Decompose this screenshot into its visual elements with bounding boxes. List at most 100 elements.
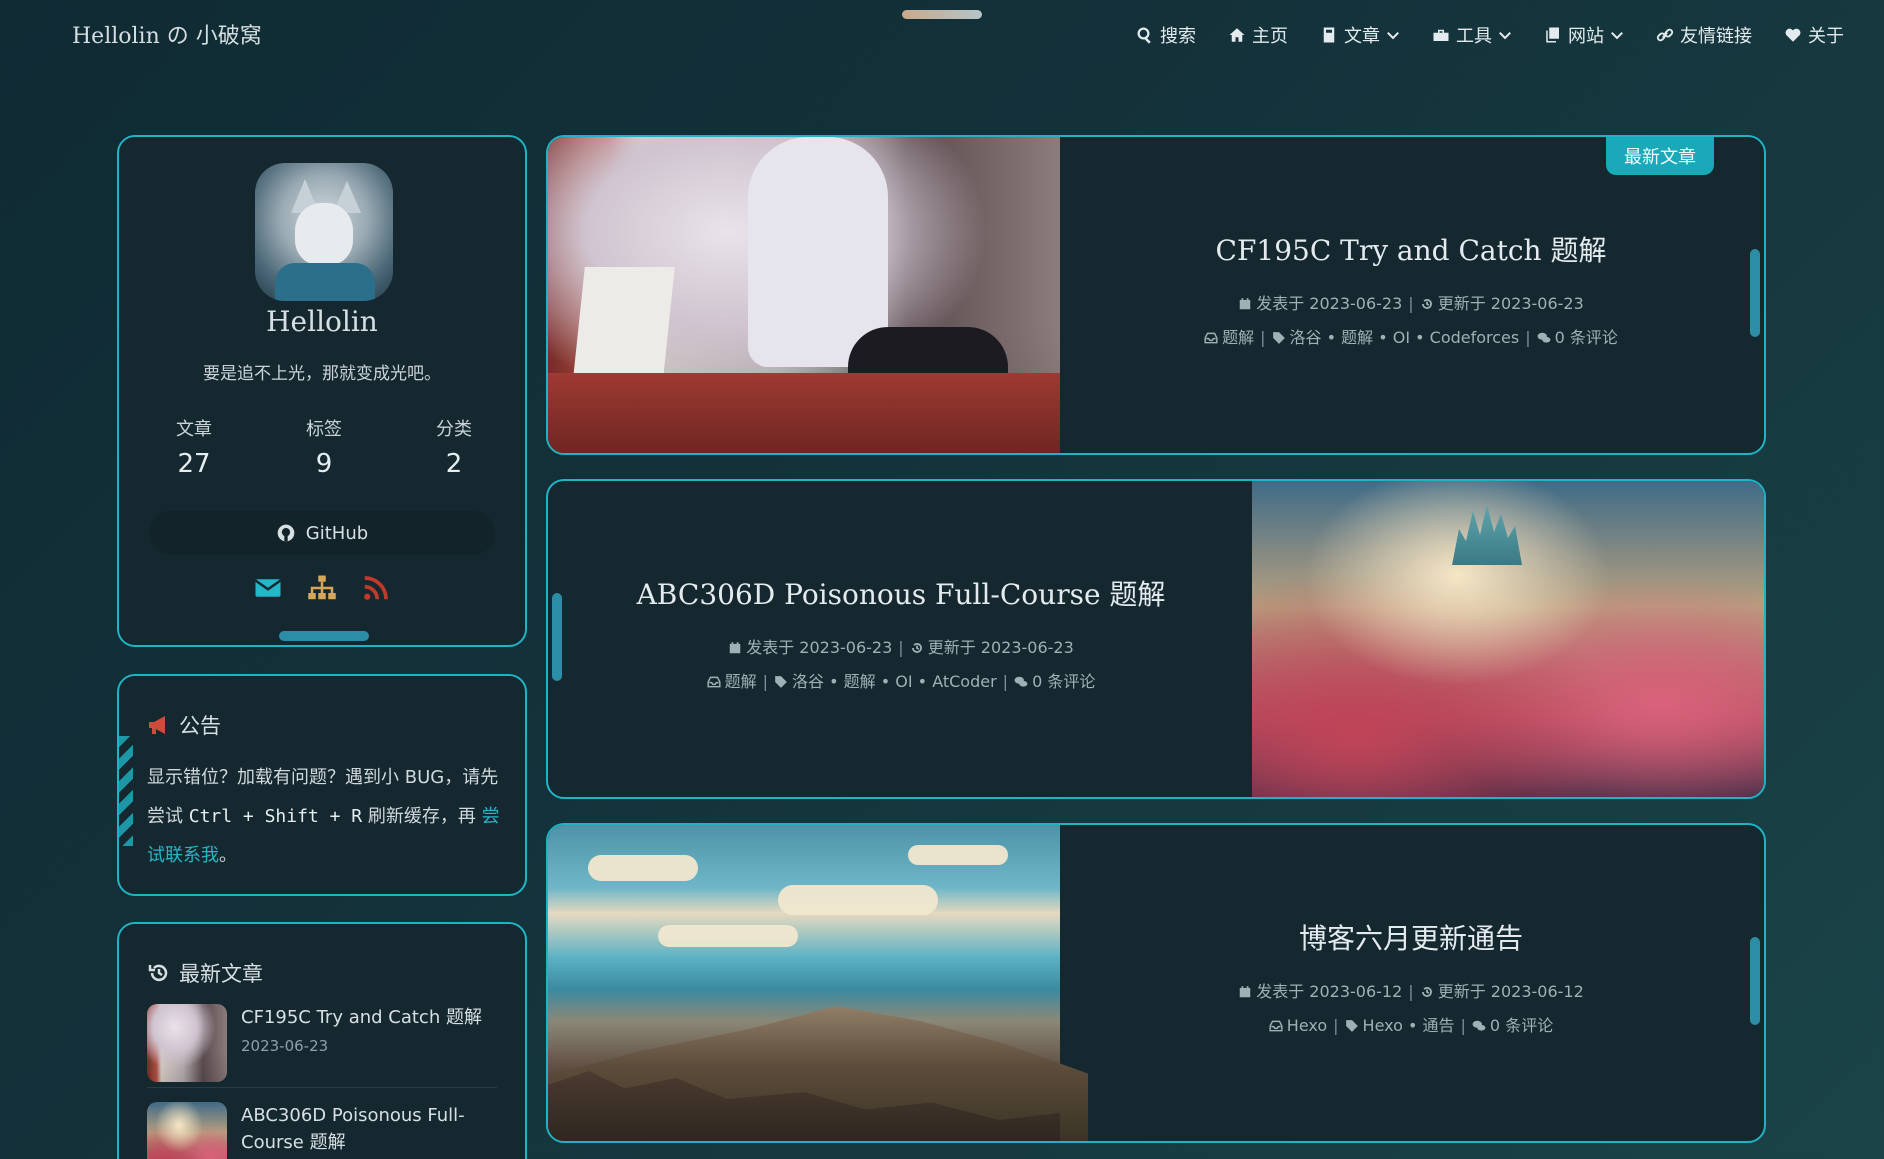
inbox-icon: [1269, 1020, 1283, 1032]
pull-handle[interactable]: [902, 10, 982, 19]
social-links: [119, 573, 525, 603]
nav-friend-links-label: 友情链接: [1680, 26, 1752, 47]
search-icon: [1137, 27, 1151, 44]
post-updated: 更新于 2023-06-23: [927, 638, 1074, 657]
calendar-icon: [729, 642, 741, 654]
post-title[interactable]: CF195C Try and Catch 题解: [1058, 229, 1764, 269]
post-thumbnail[interactable]: [147, 1004, 227, 1082]
announcement-card: 公告 显示错位？加载有问题？遇到小 BUG，请先尝试 Ctrl + Shift …: [117, 674, 527, 896]
post-info: CF195C Try and Catch 题解 发表于 2023-06-23 | 更…: [1058, 137, 1764, 453]
post-meta: 发表于 2023-06-23 | 更新于 2023-06-23 题解 | 洛谷 • 题解…: [1058, 287, 1764, 355]
latest-post-item[interactable]: CF195C Try and Catch 题解 2023-06-23: [147, 1004, 497, 1082]
post-date: 发表于 2023-06-12: [1256, 982, 1403, 1001]
post-comments-link[interactable]: 0 条评论: [1555, 328, 1618, 347]
latest-post-title[interactable]: ABC306D Poisonous Full-Course 题解: [241, 1102, 497, 1156]
copy-icon: [1546, 27, 1559, 43]
stat-categories[interactable]: 分类 2: [409, 415, 499, 479]
post-cover-image[interactable]: [548, 825, 1088, 1141]
bullhorn-icon: [149, 716, 165, 734]
tag-icon: [1272, 332, 1285, 344]
nav-tools-label: 工具: [1456, 26, 1492, 47]
history-icon: [1421, 298, 1432, 309]
divider: [147, 1087, 497, 1088]
announcement-title-text: 公告: [179, 714, 221, 738]
announcement-text: 显示错位？加载有问题？遇到小 BUG，请先尝试 Ctrl + Shift + R…: [147, 758, 507, 875]
side-indicator: [1750, 249, 1760, 337]
post-tags-link[interactable]: 洛谷 • 题解 • OI • Codeforces: [1290, 328, 1520, 347]
post-meta: 发表于 2023-06-23 | 更新于 2023-06-23 题解 | 洛谷 • 题解…: [548, 631, 1254, 699]
post-updated: 更新于 2023-06-23: [1437, 294, 1584, 313]
envelope-icon[interactable]: [253, 573, 283, 603]
nav-sites[interactable]: 网站: [1544, 22, 1624, 48]
post-date: 发表于 2023-06-23: [1256, 294, 1403, 313]
calendar-icon: [1239, 986, 1251, 998]
top-navbar: Hellolin の 小破窝 搜索 主页 文章 工具 网站 友情链接 关于: [0, 0, 1884, 70]
nav-tools[interactable]: 工具: [1432, 22, 1512, 48]
tag-icon: [775, 676, 787, 688]
github-label: GitHub: [305, 522, 369, 544]
post-category-link[interactable]: 题解: [1222, 328, 1254, 347]
history-icon: [1421, 986, 1432, 997]
post-cover-image[interactable]: [548, 137, 1060, 453]
post-title[interactable]: 博客六月更新通告: [1058, 917, 1764, 957]
latest-posts-title: 最新文章: [147, 958, 263, 988]
comments-icon: [1537, 332, 1551, 343]
stat-label: 文章: [176, 419, 212, 440]
latest-post-date: 2023-06-23: [241, 1037, 329, 1055]
nav-articles-label: 文章: [1344, 26, 1380, 47]
site-brand[interactable]: Hellolin の 小破窝: [72, 18, 262, 50]
latest-post-item[interactable]: ABC306D Poisonous Full-Course 题解: [147, 1102, 497, 1159]
rss-icon[interactable]: [361, 573, 391, 603]
book-icon: [1323, 27, 1335, 43]
post-date: 发表于 2023-06-23: [746, 638, 893, 657]
calendar-icon: [1239, 298, 1251, 310]
avatar[interactable]: [255, 163, 393, 301]
decorative-stripe: [119, 736, 133, 846]
comments-icon: [1472, 1020, 1486, 1031]
stat-value: 2: [445, 449, 463, 479]
latest-post-title[interactable]: CF195C Try and Catch 题解: [241, 1004, 482, 1031]
sitemap-icon[interactable]: [307, 573, 337, 603]
history-icon: [148, 964, 168, 982]
nav-sites-label: 网站: [1568, 26, 1604, 47]
post-title[interactable]: ABC306D Poisonous Full-Course 题解: [548, 573, 1254, 613]
nav-about-label: 关于: [1808, 26, 1844, 47]
nav-friend-links[interactable]: 友情链接: [1656, 22, 1752, 48]
post-cover-image[interactable]: [1252, 481, 1764, 797]
latest-posts-card: 最新文章 CF195C Try and Catch 题解 2023-06-23 …: [117, 922, 527, 1159]
announcement-title: 公告: [147, 710, 221, 740]
history-icon: [911, 642, 922, 653]
shortcut-code: Ctrl + Shift + R: [188, 806, 363, 827]
stat-tags[interactable]: 标签 9: [279, 415, 369, 479]
post-updated: 更新于 2023-06-12: [1437, 982, 1584, 1001]
stat-label: 分类: [436, 419, 472, 440]
nav-home[interactable]: 主页: [1228, 22, 1288, 48]
notice-text-part: 。: [219, 845, 237, 866]
post-card[interactable]: 博客六月更新通告 发表于 2023-06-12 | 更新于 2023-06-12 H…: [546, 823, 1766, 1143]
latest-badge: 最新文章: [1606, 137, 1714, 175]
side-indicator: [1750, 937, 1760, 1025]
tag-icon: [1345, 1020, 1358, 1032]
post-comments-link[interactable]: 0 条评论: [1032, 672, 1095, 691]
post-comments-link[interactable]: 0 条评论: [1490, 1016, 1553, 1035]
side-indicator: [552, 593, 562, 681]
github-icon: [277, 524, 295, 542]
nav-home-label: 主页: [1252, 26, 1288, 47]
post-info: 博客六月更新通告 发表于 2023-06-12 | 更新于 2023-06-12 H…: [1058, 825, 1764, 1141]
post-tags-link[interactable]: 洛谷 • 题解 • OI • AtCoder: [792, 672, 997, 691]
heart-icon: [1785, 28, 1801, 42]
stat-articles[interactable]: 文章 27: [149, 415, 239, 479]
post-thumbnail[interactable]: [147, 1102, 227, 1159]
github-button[interactable]: GitHub: [149, 511, 495, 555]
stat-value: 27: [177, 449, 211, 479]
nav-articles[interactable]: 文章: [1320, 22, 1400, 48]
post-card[interactable]: ABC306D Poisonous Full-Course 题解 发表于 202…: [546, 479, 1766, 799]
post-category-link[interactable]: Hexo: [1287, 1016, 1327, 1035]
main-nav: 搜索 主页 文章 工具 网站 友情链接 关于: [1136, 22, 1844, 48]
nav-about[interactable]: 关于: [1784, 22, 1844, 48]
post-category-link[interactable]: 题解: [725, 672, 757, 691]
profile-stats: 文章 27 标签 9 分类 2: [149, 415, 499, 479]
post-card[interactable]: CF195C Try and Catch 题解 发表于 2023-06-23 | 更…: [546, 135, 1766, 455]
nav-search[interactable]: 搜索: [1136, 22, 1196, 48]
post-tags-link[interactable]: Hexo • 通告: [1363, 1016, 1455, 1035]
